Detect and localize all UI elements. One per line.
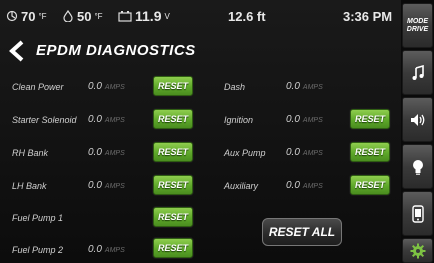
music-button[interactable] [402,50,433,95]
reset-button-rh-bank[interactable]: RESET [153,142,193,162]
gear-icon [410,243,425,258]
phone-button[interactable] [402,191,433,236]
value-auxiliary: 0.0 AMPS [286,180,323,191]
distance-value: 12.6 ft [228,8,266,24]
reset-all-button[interactable]: RESET ALL [262,218,342,246]
temperature-1: 70 °F [6,8,47,24]
reset-button-fuel-pump-2[interactable]: RESET [153,238,193,258]
settings-button[interactable] [402,238,433,263]
reset-button-fuel-pump-1[interactable]: RESET [153,207,193,227]
value-starter-solenoid: 0.0 AMPS [88,114,125,125]
label-fuel-pump-2: Fuel Pump 2 [12,245,64,255]
mode-label-line1: MODE [407,17,428,25]
time-value: 3:36 PM [343,8,393,24]
value-aux-pump: 0.0 AMPS [286,147,323,158]
screen: 70 °F 50 °F 11.9 V 12.6 ft 3:36 PM EPDM … [0,0,401,263]
reset-button-auxiliary[interactable]: RESET [350,175,390,195]
temp2-unit: °F [94,11,103,21]
value-rh-bank: 0.0 AMPS [88,147,125,158]
label-starter-solenoid: Starter Solenoid [12,115,77,125]
speaker-icon [410,113,424,126]
temp1-value: 70 [21,8,36,24]
value-lh-bank: 0.0 AMPS [88,180,125,191]
sidebar: MODE DRIVE [401,0,434,263]
reset-button-clean-power[interactable]: RESET [153,76,193,96]
lights-button[interactable] [402,144,433,189]
reset-button-aux-pump[interactable]: RESET [350,142,390,162]
temp1-unit: °F [38,11,47,21]
phone-icon [411,204,424,223]
thermometer-fan-icon [6,10,18,22]
distance-readout: 12.6 ft [228,8,266,24]
label-auxiliary: Auxiliary [224,181,259,191]
value-ignition: 0.0 AMPS [286,114,323,125]
label-aux-pump: Aux Pump [224,148,266,158]
label-clean-power: Clean Power [12,82,64,92]
battery-voltage: 11.9 V [118,8,170,24]
battery-unit: V [164,11,170,21]
value-dash: 0.0 AMPS [286,81,323,92]
battery-icon [118,11,132,22]
temp2-value: 50 [77,8,92,24]
page-title: EPDM DIAGNOSTICS [36,42,196,59]
value-clean-power: 0.0 AMPS [88,81,125,92]
volume-button[interactable] [402,97,433,142]
reset-button-ignition[interactable]: RESET [350,109,390,129]
label-rh-bank: RH Bank [12,148,49,158]
reset-button-lh-bank[interactable]: RESET [153,175,193,195]
battery-value: 11.9 [135,8,162,24]
music-note-icon [412,64,424,80]
value-fuel-pump-2: 0.0 AMPS [88,244,125,255]
oil-drop-icon [63,10,73,22]
reset-button-starter-solenoid[interactable]: RESET [153,109,193,129]
label-ignition: Ignition [224,115,254,125]
clock: 3:36 PM [343,8,392,24]
label-lh-bank: LH Bank [12,181,47,191]
back-arrow-icon[interactable] [8,40,26,62]
label-fuel-pump-1: Fuel Pump 1 [12,213,64,223]
temperature-2: 50 °F [62,8,103,24]
mode-drive-button[interactable]: MODE DRIVE [402,3,433,48]
label-dash: Dash [224,82,246,92]
lightbulb-icon [412,159,423,175]
mode-label-line2: DRIVE [406,25,429,33]
